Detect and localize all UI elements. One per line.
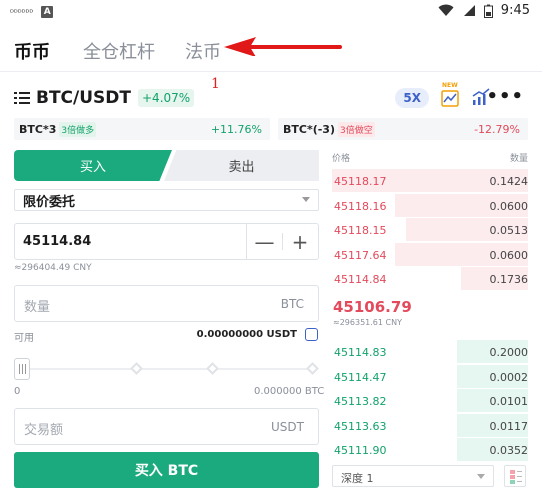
buy-sell-toggle: 买入 卖出	[14, 150, 319, 181]
etf-change: +11.76%	[210, 122, 262, 136]
depth-value: 深度 1	[341, 472, 374, 485]
available-balance: 可用 0.00000000 USDT	[14, 328, 319, 344]
etf-name: BTC*3	[19, 122, 57, 136]
buy-tab[interactable]: 买入	[14, 150, 172, 181]
etf-name: BTC*(-3)	[283, 122, 335, 136]
buy-btc-button[interactable]: 买入 BTC	[14, 452, 319, 488]
bid-price: 45114.83	[334, 346, 387, 359]
chevron-down-icon	[302, 197, 310, 202]
bid-price: 45113.63	[334, 419, 387, 433]
menu-icon[interactable]	[14, 91, 30, 105]
amount-slider[interactable]	[14, 358, 319, 380]
ask-price: 45118.17	[334, 175, 387, 188]
signal-icon	[463, 5, 475, 16]
orderbook-mode-icon[interactable]	[504, 465, 526, 487]
slider-handle[interactable]	[14, 358, 30, 380]
notification-app-icon: A	[41, 6, 54, 18]
wifi-icon	[438, 4, 454, 16]
depth-select[interactable]: 深度 1	[332, 465, 494, 487]
pair-change-badge: +4.07%	[138, 89, 195, 107]
price-input[interactable]: 45114.84 — +	[14, 223, 319, 260]
ask-row[interactable]: 45118.17 0.1424	[332, 169, 528, 193]
orderbook-header: 价格 数量	[332, 151, 528, 164]
transfer-icon[interactable]	[305, 328, 318, 341]
slider-max-label: 0.000000 BTC	[254, 386, 325, 397]
ask-quantity: 0.1424	[489, 175, 529, 188]
quantity-unit: BTC	[280, 297, 304, 311]
ask-row[interactable]: 45117.64 0.0600	[332, 242, 529, 267]
more-icon[interactable]: •••	[486, 86, 524, 107]
slider-track	[20, 368, 313, 370]
price-decrease-button[interactable]: —	[246, 224, 282, 259]
red-arrow-annotation-icon	[224, 37, 342, 56]
order-type-value: 限价委托	[23, 194, 76, 210]
slider-step-50[interactable]	[206, 362, 219, 375]
tab-cross-margin[interactable]: 全仓杠杆	[83, 38, 155, 64]
slider-step-100[interactable]	[306, 362, 319, 375]
bid-row[interactable]: 45114.83 0.2000	[332, 340, 528, 364]
status-carrier-text: ᴰᴰᴰᴰᴰᴰ	[10, 7, 34, 17]
available-label: 可用	[14, 333, 34, 344]
etf-long-item[interactable]: BTC*3 3倍做多 +11.76%	[14, 118, 270, 140]
ask-quantity: 0.0600	[489, 199, 529, 213]
bid-price: 45114.47	[334, 370, 387, 384]
ask-quantity: 0.0600	[489, 248, 529, 262]
ask-quantity: 0.1736	[489, 273, 529, 286]
tab-spot[interactable]: 币币	[14, 38, 50, 64]
price-increase-button[interactable]: +	[282, 224, 318, 259]
bid-row[interactable]: 45111.90 0.0352	[332, 438, 528, 462]
ask-price: 45117.64	[334, 248, 387, 262]
etf-tag: 3倍做空	[338, 121, 375, 137]
quantity-placeholder: 数量	[24, 300, 51, 315]
slider-min-label: 0	[14, 386, 21, 397]
order-type-select[interactable]: 限价委托	[14, 189, 319, 211]
status-time: 9:45	[500, 3, 530, 18]
sell-tab[interactable]: 卖出	[164, 150, 319, 181]
status-bar: ᴰᴰᴰᴰᴰᴰ A 9:45	[0, 0, 542, 24]
trade-amount-input[interactable]: 交易额 USDT	[14, 408, 319, 445]
bid-quantity: 0.0352	[489, 444, 529, 457]
bid-quantity: 0.2000	[489, 346, 529, 359]
ask-row[interactable]: 45114.84 0.1736	[332, 267, 528, 291]
kline-chart-button[interactable]: NEW	[440, 82, 460, 108]
ask-row[interactable]: 45118.16 0.0600	[332, 193, 529, 218]
ask-quantity: 0.0513	[489, 224, 529, 237]
ask-row[interactable]: 45118.15 0.0513	[332, 218, 528, 242]
leverage-button[interactable]: 5X	[395, 88, 429, 108]
last-price: 45106.79	[333, 298, 412, 316]
bid-price: 45111.90	[334, 444, 387, 457]
tabs-divider	[0, 71, 542, 72]
etf-tag: 3倍做多	[59, 121, 97, 137]
ask-price: 45118.15	[334, 224, 387, 237]
bid-quantity: 0.0002	[489, 370, 529, 384]
ask-price: 45118.16	[334, 199, 387, 213]
slider-step-25[interactable]	[130, 362, 143, 375]
price-header: 价格	[332, 154, 351, 164]
bid-row[interactable]: 45113.63 0.0117	[332, 413, 529, 438]
qty-header: 数量	[509, 154, 528, 164]
pair-name[interactable]: BTC/USDT	[36, 88, 131, 108]
ask-price: 45114.84	[334, 273, 387, 286]
last-price-cny: ≈296351.61 CNY	[333, 318, 402, 327]
bid-price: 45113.82	[334, 395, 387, 408]
price-cny-estimate: ≈296404.49 CNY	[14, 263, 92, 273]
bid-quantity: 0.0117	[489, 419, 529, 433]
bid-quantity: 0.0101	[489, 395, 529, 408]
trade-amount-unit: USDT	[271, 420, 304, 434]
bid-row[interactable]: 45113.82 0.0101	[332, 389, 528, 413]
chevron-down-icon	[477, 474, 485, 479]
bid-row[interactable]: 45114.47 0.0002	[332, 364, 529, 389]
etf-change: -12.79%	[474, 122, 520, 136]
price-value[interactable]: 45114.84	[23, 234, 246, 249]
status-right: 9:45	[438, 3, 530, 18]
pair-header: BTC/USDT +4.07% 5X NEW •••	[14, 82, 534, 110]
quantity-input[interactable]: 数量 BTC	[14, 285, 319, 322]
available-amount: 0.00000000 USDT	[196, 329, 297, 340]
status-left: ᴰᴰᴰᴰᴰᴰ A	[10, 6, 54, 18]
etf-short-item[interactable]: BTC*(-3) 3倍做空 -12.79%	[278, 118, 528, 140]
battery-icon	[483, 4, 493, 18]
tab-fiat[interactable]: 法币	[185, 38, 221, 64]
trade-amount-placeholder: 交易额	[24, 423, 64, 438]
chart-icon	[441, 90, 459, 107]
